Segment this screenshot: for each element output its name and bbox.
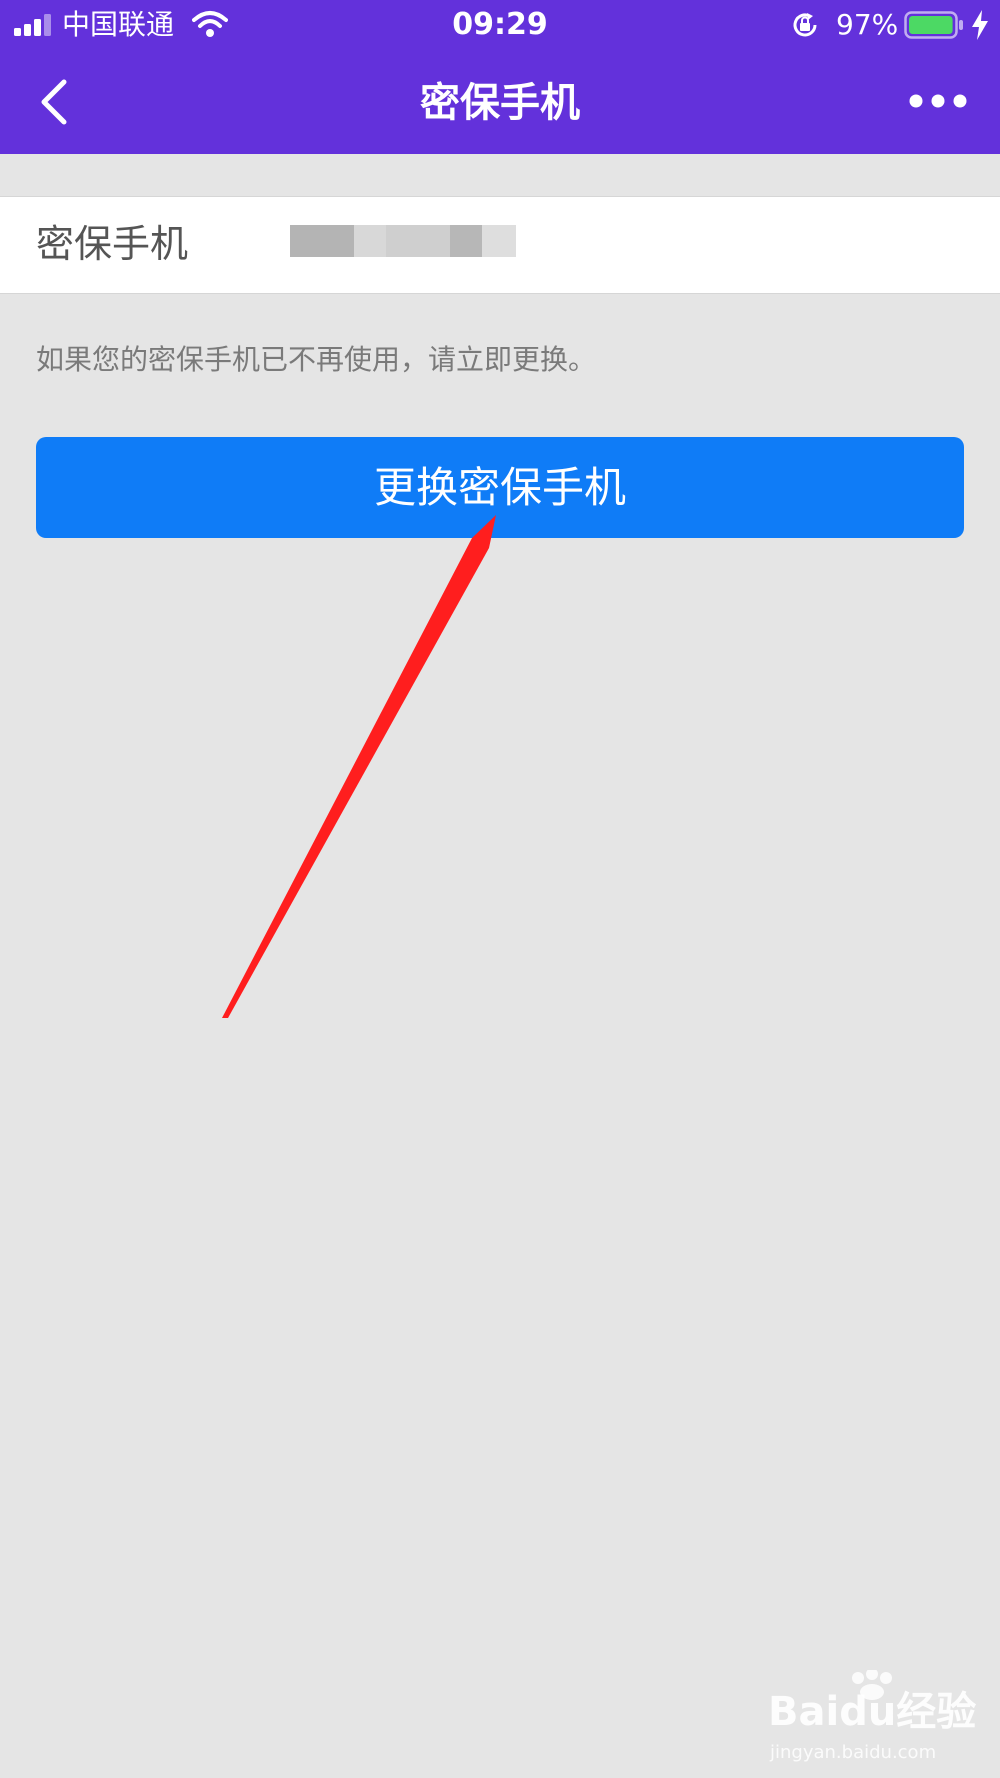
blurred-phone-number [290,225,516,257]
watermark-url: jingyan.baidu.com [770,1742,937,1763]
battery-percent: 97% [836,8,899,41]
watermark: Baidu经验 jingyan.baidu.com [760,1670,980,1770]
watermark-brand: Baidu经验 [768,1689,977,1735]
security-phone-row: 密保手机 [0,196,1000,294]
nav-bar: 密保手机 [0,50,1000,154]
security-phone-label: 密保手机 [36,222,189,266]
charging-bolt-icon [972,10,988,40]
battery-icon [904,11,963,39]
status-bar: 中国联通 09:29 97% [0,0,1000,50]
change-hint-text: 如果您的密保手机已不再使用，请立即更换。 [36,343,597,376]
page-title: 密保手机 [420,80,580,126]
orientation-lock-icon [793,13,817,37]
more-dots-icon[interactable] [908,86,968,116]
change-security-phone-button[interactable]: 更换密保手机 [36,437,964,538]
